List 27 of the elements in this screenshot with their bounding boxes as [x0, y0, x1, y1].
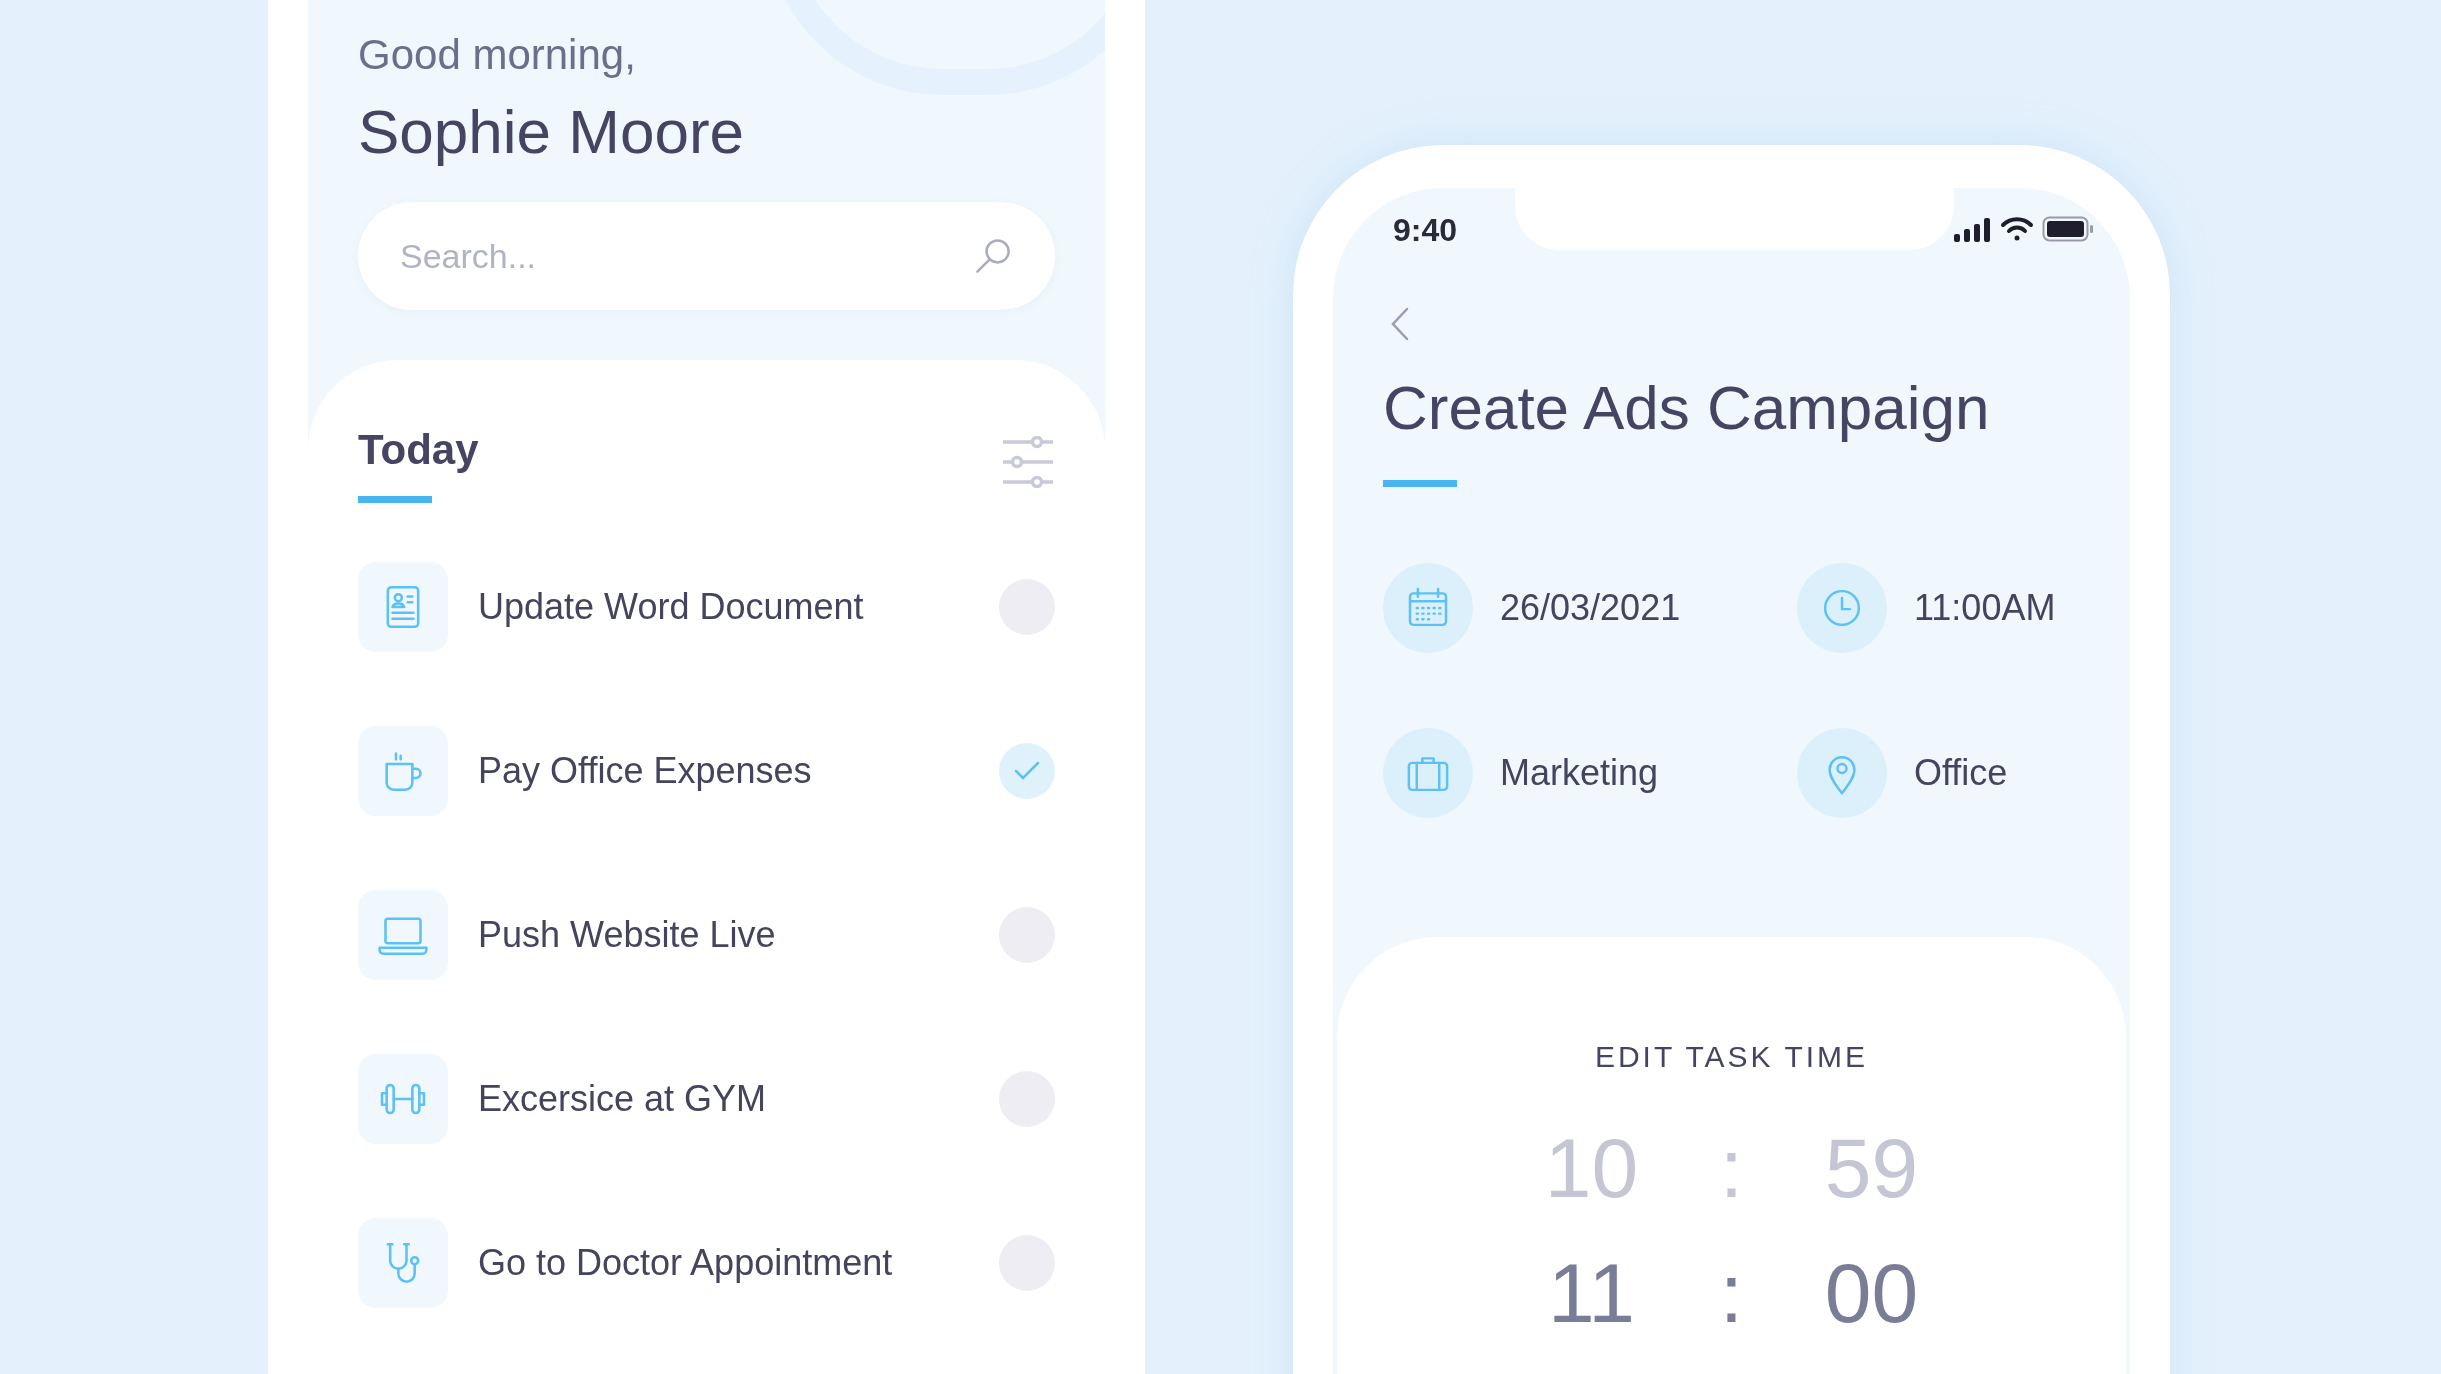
back-icon[interactable] [1389, 306, 1411, 342]
battery-icon [2042, 216, 2094, 242]
task-label[interactable]: Update Word Document [478, 580, 999, 634]
task-label[interactable]: Excersice at GYM [478, 1072, 999, 1126]
section-title: Today [358, 425, 479, 475]
user-name: Sophie Moore [358, 96, 746, 168]
status-time: 9:40 [1392, 211, 1459, 250]
task-label[interactable]: Go to Doctor Appointment [478, 1236, 999, 1290]
task-label[interactable]: Push Website Live [478, 908, 999, 962]
time-separator: : [1718, 1119, 1745, 1217]
minute-value[interactable]: 00 [1781, 1242, 1962, 1343]
search-field[interactable]: Search... [358, 202, 1055, 310]
checkmark-icon [1013, 760, 1041, 782]
detail-value: Marketing [1500, 751, 1659, 795]
wifi-icon [2000, 216, 2034, 242]
detail-value: 26/03/2021 [1500, 586, 1681, 630]
signal-icon [1954, 218, 1992, 242]
detail-value: 11:00AM [1914, 586, 2056, 630]
task-title: Create Ads Campaign [1383, 372, 1990, 444]
task-label[interactable]: Pay Office Expenses [478, 744, 999, 798]
task-checkbox[interactable] [999, 743, 1055, 799]
picker-title: EDIT TASK TIME [1594, 1039, 1869, 1075]
hour-value[interactable]: 11 [1501, 1242, 1682, 1343]
detail-value: Office [1914, 751, 2008, 795]
filter-icon[interactable] [1001, 436, 1055, 488]
time-separator: : [1718, 1244, 1745, 1342]
greeting-text: Good morning, [358, 30, 637, 80]
